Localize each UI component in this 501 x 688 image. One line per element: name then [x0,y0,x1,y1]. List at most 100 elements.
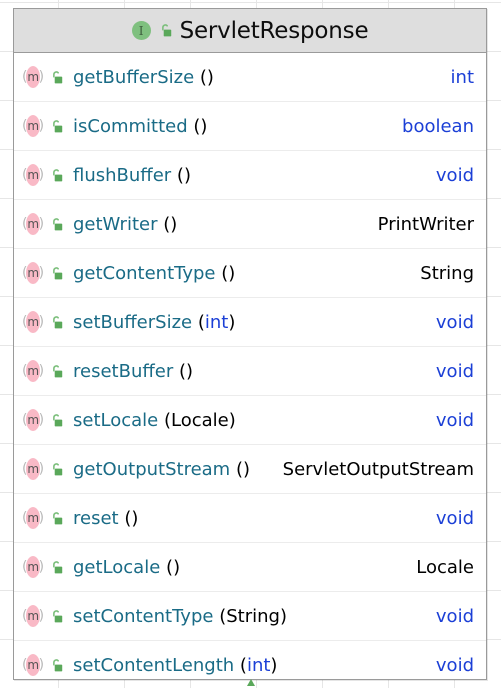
member-name: setBufferSize [73,311,193,333]
uml-member-row-setContentType[interactable]: ( m ) setContentType (String) void [14,592,486,641]
member-return-type: void [435,507,474,529]
open-lock-icon [53,119,63,132]
paren-right: ) [200,115,208,137]
method-badge-paren-right: ) [38,118,45,134]
method-badge-icon: ( m ) [22,605,44,627]
method-badge-glyph: m [27,511,39,525]
open-lock-icon [53,609,63,622]
interface-badge-letter: I [138,23,144,38]
method-badge-paren-right: ) [38,510,45,526]
method-badge-glyph: m [27,658,39,672]
paren-right: ) [183,164,191,186]
method-badge-paren-right: ) [38,608,45,624]
member-return-type: void [435,311,474,333]
uml-member-row-resetBuffer[interactable]: ( m ) resetBuffer () void [14,347,486,396]
member-signature: setContentLength (int) [73,655,426,676]
member-name: reset [73,507,119,529]
uml-member-row-setBufferSize[interactable]: ( m ) setBufferSize (int) void [14,298,486,347]
open-lock-icon [53,70,63,83]
paren-right: ) [186,360,194,382]
paren-right: ) [131,507,139,529]
interface-badge-icon: I [131,21,151,40]
member-return-type: Locale [416,556,474,578]
uml-member-row-getWriter[interactable]: ( m ) getWriter () PrintWriter [14,200,486,249]
member-signature: getLocale () [73,557,406,578]
member-return-type: boolean [402,115,474,137]
member-signature: getWriter () [73,214,368,235]
open-lock-icon [53,511,63,524]
member-name: setLocale [73,409,159,431]
paren-left: ( [235,458,243,480]
method-badge-paren-right: ) [38,265,45,281]
member-return-type: String [420,262,474,284]
method-badge-paren-right: ) [38,461,45,477]
paren-right: ) [228,311,236,333]
method-badge-glyph: m [27,609,39,623]
member-signature: getBufferSize () [73,67,441,88]
uml-class-node[interactable]: I ServletResponse ( m ) getBufferSize ()… [13,8,487,680]
member-signature: resetBuffer () [73,361,426,382]
page-title: ServletResponse [179,17,369,44]
paren-right: ) [170,213,178,235]
uml-member-row-reset[interactable]: ( m ) reset () void [14,494,486,543]
member-name: getContentType [73,262,216,284]
paren-right: ) [228,262,236,284]
uml-member-row-setContentLength[interactable]: ( m ) setContentLength (int) void [14,641,486,679]
method-badge-icon: ( m ) [22,556,44,578]
paren-right: ) [270,654,278,676]
paren-left: ( [178,360,186,382]
member-signature: isCommitted () [73,116,392,137]
open-lock-icon [53,462,63,475]
member-return-type: ServletOutputStream [282,458,474,480]
method-badge-glyph: m [27,266,39,280]
member-name: isCommitted [73,115,188,137]
member-return-type: void [435,164,474,186]
member-signature: reset () [73,508,426,529]
member-signature: setContentType (String) [73,606,426,627]
method-badge-glyph: m [27,413,39,427]
paren-left: ( [166,556,174,578]
paren-right: ) [206,66,214,88]
member-name: getLocale [73,556,161,578]
uml-node-header[interactable]: I ServletResponse [14,9,486,53]
member-signature: setBufferSize (int) [73,312,426,333]
method-badge-glyph: m [27,560,39,574]
method-badge-paren-right: ) [38,363,45,379]
method-badge-icon: ( m ) [22,311,44,333]
member-name: resetBuffer [73,360,174,382]
uml-member-row-getContentType[interactable]: ( m ) getContentType () String [14,249,486,298]
method-badge-icon: ( m ) [22,458,44,480]
uml-member-row-setLocale[interactable]: ( m ) setLocale (Locale) void [14,396,486,445]
member-name: getOutputStream [73,458,231,480]
open-lock-icon [53,413,63,426]
member-return-type: void [435,654,474,676]
member-name: setContentType [73,605,214,627]
member-signature: setLocale (Locale) [73,410,426,431]
paren-left: ( [197,311,205,333]
paren-left: ( [239,654,247,676]
method-badge-paren-right: ) [38,559,45,575]
uml-member-row-flushBuffer[interactable]: ( m ) flushBuffer () void [14,151,486,200]
uml-member-row-getBufferSize[interactable]: ( m ) getBufferSize () int [14,53,486,102]
member-return-type: void [435,409,474,431]
method-badge-icon: ( m ) [22,654,44,676]
open-lock-icon [53,217,63,230]
method-badge-icon: ( m ) [22,213,44,235]
member-return-type: void [435,360,474,382]
uml-member-row-getOutputStream[interactable]: ( m ) getOutputStream () ServletOutputSt… [14,445,486,494]
member-signature: flushBuffer () [73,165,426,186]
open-lock-icon [53,315,63,328]
member-name: getWriter [73,213,158,235]
method-badge-icon: ( m ) [22,66,44,88]
member-name: setContentLength [73,654,235,676]
method-badge-paren-right: ) [38,314,45,330]
member-return-type: int [450,66,474,88]
member-parameter-type: Locale [171,409,229,431]
open-lock-icon [53,658,63,671]
member-parameter-type: int [246,654,271,676]
member-signature: getOutputStream () [73,459,273,480]
uml-member-row-isCommitted[interactable]: ( m ) isCommitted () boolean [14,102,486,151]
method-badge-icon: ( m ) [22,360,44,382]
member-return-type: void [435,605,474,627]
uml-member-row-getLocale[interactable]: ( m ) getLocale () Locale [14,543,486,592]
